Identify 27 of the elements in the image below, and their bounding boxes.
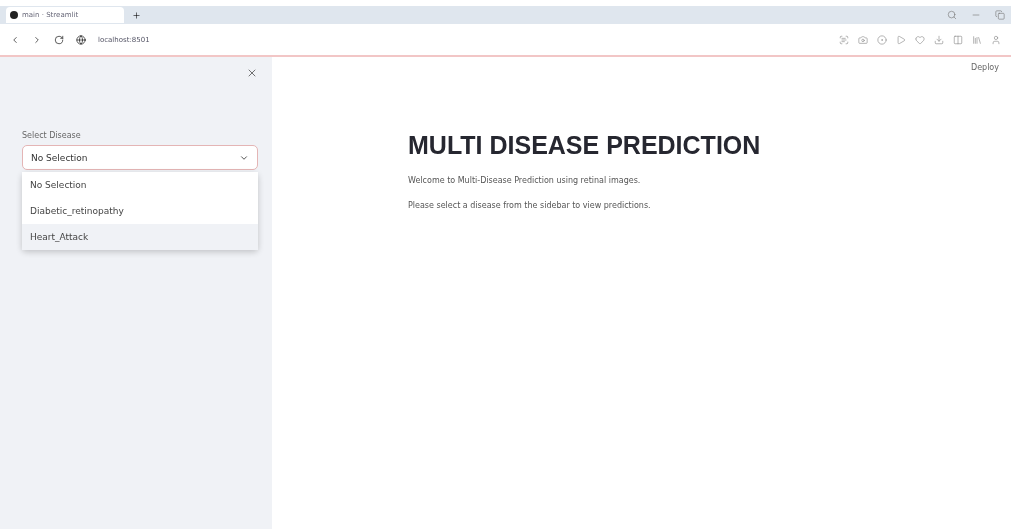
site-icon — [10, 11, 18, 19]
select-label: Select Disease — [22, 131, 82, 140]
sidebar-icon[interactable] — [953, 34, 963, 45]
library-icon[interactable] — [972, 34, 982, 45]
play-icon[interactable] — [896, 34, 906, 45]
camera-icon[interactable] — [858, 34, 868, 45]
dropdown-option[interactable]: Diabetic_retinopathy — [22, 198, 258, 224]
profile-icon[interactable] — [991, 34, 1001, 45]
new-tab-icon[interactable] — [132, 10, 141, 20]
heart-icon[interactable] — [915, 34, 925, 45]
paragraph: Welcome to Multi-Disease Prediction using retinal images. — [408, 176, 642, 185]
restore-icon[interactable] — [995, 10, 1005, 20]
search-icon[interactable] — [947, 10, 957, 20]
forward-icon[interactable] — [32, 34, 42, 45]
record-icon[interactable] — [877, 34, 887, 45]
disease-select[interactable]: No Selection — [22, 145, 258, 170]
deploy-link[interactable]: Deploy — [971, 63, 999, 72]
reload-icon[interactable] — [54, 34, 64, 45]
page-title: MULTI DISEASE PREDICTION — [408, 131, 762, 160]
globe-icon[interactable] — [76, 34, 86, 45]
close-icon[interactable] — [246, 67, 258, 79]
scan-icon[interactable] — [839, 34, 849, 45]
download-icon[interactable] — [934, 34, 944, 45]
dropdown-option[interactable]: Heart_Attack — [22, 224, 258, 250]
dropdown-option[interactable]: No Selection — [22, 172, 258, 198]
paragraph: Please select a disease from the sidebar to view predictions. — [408, 201, 652, 210]
back-icon[interactable] — [10, 34, 20, 45]
